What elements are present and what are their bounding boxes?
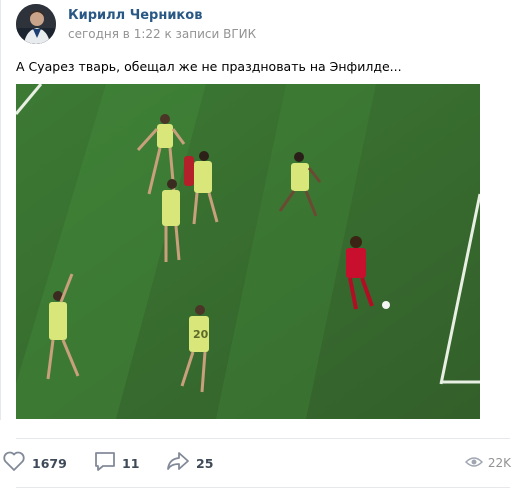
bottom-divider	[16, 487, 510, 488]
post-divider	[16, 438, 510, 439]
like-button[interactable]: 1679	[2, 448, 67, 478]
share-arrow-icon	[166, 450, 190, 476]
post-actions: 1679 11 25 22K	[0, 448, 525, 478]
views-counter: 22K	[464, 448, 511, 478]
wall-post: Кирилл Черников сегодня в 1:22 к записи …	[0, 0, 525, 493]
heart-icon	[2, 450, 26, 476]
comment-icon	[94, 450, 116, 476]
football-photo: 20	[16, 84, 480, 419]
comment-button[interactable]: 11	[94, 448, 139, 478]
comment-count: 11	[122, 455, 140, 471]
svg-text:20: 20	[193, 328, 209, 341]
left-border	[0, 0, 1, 420]
share-count: 25	[196, 455, 214, 471]
avatar[interactable]	[16, 4, 56, 44]
views-count: 22K	[487, 456, 511, 470]
author-name[interactable]: Кирилл Черников	[68, 8, 202, 23]
post-text: А Суарез тварь, обещал же не праздновать…	[16, 59, 402, 74]
avatar-image	[16, 4, 56, 44]
like-count: 1679	[32, 455, 67, 471]
eye-icon	[464, 454, 483, 473]
share-button[interactable]: 25	[166, 448, 213, 478]
player	[184, 156, 194, 186]
post-meta[interactable]: сегодня в 1:22 к записи ВГИК	[68, 27, 256, 41]
post-photo[interactable]: 20	[16, 84, 480, 419]
